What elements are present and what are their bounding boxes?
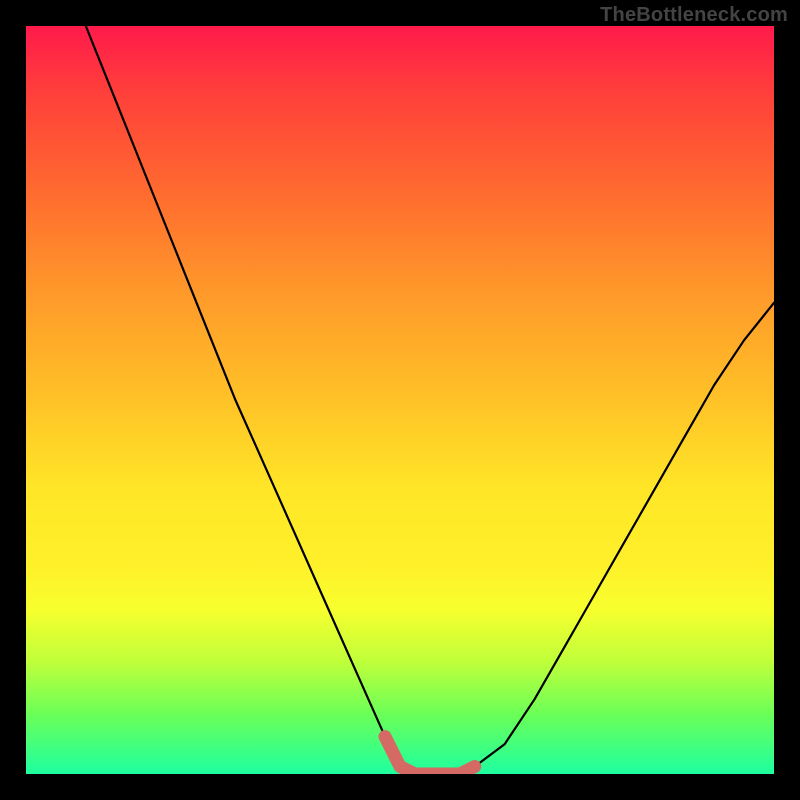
bottleneck-curve [86, 26, 774, 774]
plot-area [26, 26, 774, 774]
attribution-label: TheBottleneck.com [600, 4, 788, 27]
curve-svg [26, 26, 774, 774]
chart-frame: TheBottleneck.com [0, 0, 800, 800]
highlight-segment [385, 737, 475, 774]
